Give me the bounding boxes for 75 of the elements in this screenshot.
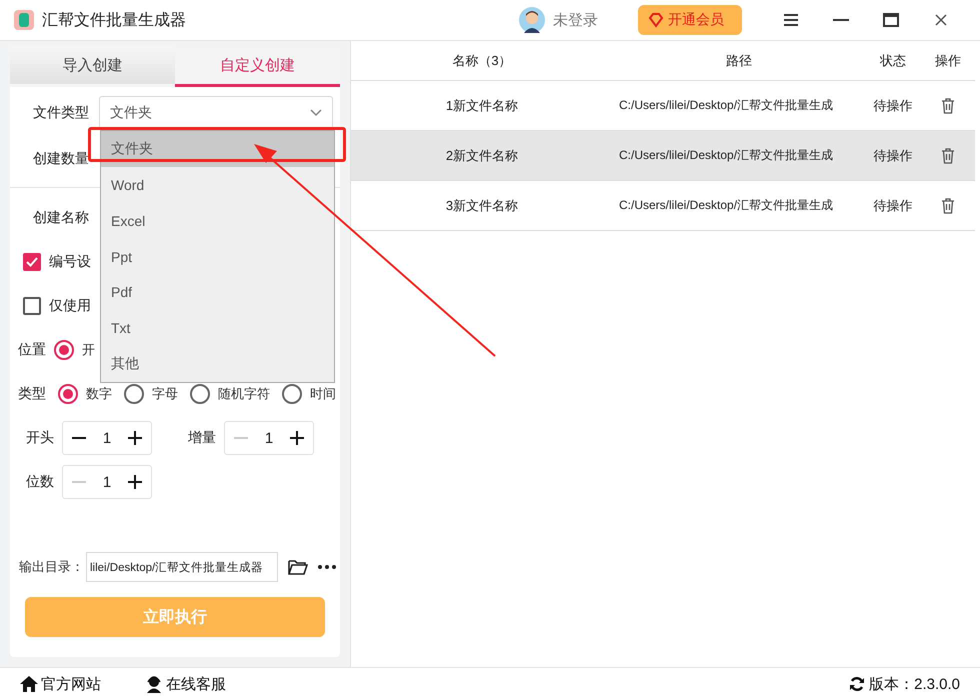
plus-icon xyxy=(290,431,304,445)
plus-icon xyxy=(128,431,142,445)
table-cell-text: 待操作 xyxy=(872,196,914,214)
field-label: 创建名称 xyxy=(33,209,89,227)
field-label: 创建数量 xyxy=(33,150,89,168)
login-status[interactable]: 未登录 xyxy=(553,10,598,30)
number-stepper[interactable]: 1 xyxy=(62,465,152,499)
increment-button[interactable] xyxy=(125,472,145,492)
minus-icon xyxy=(234,437,248,439)
table-cell-text: C:/Users/lilei/Desktop/汇帮文件批量生成 xyxy=(618,197,834,214)
checkbox[interactable] xyxy=(23,297,41,315)
dropdown-option[interactable]: Txt xyxy=(101,310,334,346)
table-cell-text: 1新文件名称 xyxy=(444,96,520,114)
field-label: 位置 xyxy=(18,341,46,359)
field-label: 输出目录： xyxy=(19,558,84,576)
minus-icon xyxy=(72,437,86,439)
column-header: 路径 xyxy=(725,52,753,70)
close-icon[interactable] xyxy=(935,14,947,26)
minus-icon xyxy=(72,481,86,483)
diamond-icon xyxy=(648,12,664,28)
chevron-down-icon xyxy=(310,109,322,117)
trash-icon[interactable] xyxy=(941,148,955,164)
radio-label: 时间 xyxy=(310,385,336,403)
radio-label: 数字 xyxy=(86,385,112,403)
dropdown-option[interactable]: Pdf xyxy=(101,274,334,310)
headset-icon xyxy=(145,675,163,693)
checkbox-label: 编号设 xyxy=(49,253,91,271)
support-link[interactable]: 在线客服 xyxy=(145,674,226,694)
column-header: 操作 xyxy=(934,52,962,70)
number-stepper[interactable]: 1 xyxy=(62,421,152,455)
maximize-icon[interactable] xyxy=(883,13,899,27)
stepper-label: 位数 xyxy=(26,473,54,491)
window-title: 汇帮文件批量生成器 xyxy=(42,10,186,30)
tab[interactable]: 自定义创建 xyxy=(175,47,340,87)
dropdown-option[interactable]: Word xyxy=(101,166,334,203)
trash-icon[interactable] xyxy=(941,198,955,214)
number-stepper[interactable]: 1 xyxy=(224,421,314,455)
checkbox[interactable] xyxy=(23,253,41,271)
stepper-label: 开头 xyxy=(26,429,54,447)
table-cell-text: 待操作 xyxy=(872,96,914,114)
stepper-label: 增量 xyxy=(188,429,216,447)
avatar-icon[interactable] xyxy=(519,7,545,33)
field-label: 文件类型 xyxy=(33,104,89,122)
increment-button[interactable] xyxy=(125,428,145,448)
tab[interactable]: 导入创建 xyxy=(10,47,175,87)
dropdown-option[interactable]: 其他 xyxy=(101,346,334,382)
table-cell-text: 待操作 xyxy=(872,146,914,164)
home-icon xyxy=(20,676,38,692)
column-header: 名称（3） xyxy=(451,52,513,70)
refresh-icon[interactable] xyxy=(849,676,866,692)
field-label: 类型 xyxy=(18,385,46,403)
folder-icon[interactable] xyxy=(288,559,308,575)
dropdown-option[interactable]: Excel xyxy=(101,202,334,239)
menu-icon[interactable] xyxy=(784,14,798,26)
radio-label: 开 xyxy=(82,341,95,359)
table-cell-text: 2新文件名称 xyxy=(444,146,520,164)
radio-label: 字母 xyxy=(152,385,178,403)
radio-label: 随机字符 xyxy=(218,385,270,403)
checkbox-label: 仅使用 xyxy=(49,297,91,315)
radio-button[interactable] xyxy=(54,340,74,360)
column-header: 状态 xyxy=(878,52,907,70)
version-text: 版本：2.3.0.0 xyxy=(869,674,960,694)
more-icon[interactable] xyxy=(318,565,336,569)
trash-icon[interactable] xyxy=(941,98,955,114)
table-cell-text: C:/Users/lilei/Desktop/汇帮文件批量生成 xyxy=(618,97,834,114)
website-link[interactable]: 官方网站 xyxy=(20,674,101,694)
table-cell-text: C:/Users/lilei/Desktop/汇帮文件批量生成 xyxy=(618,147,834,164)
table-row[interactable]: 2新文件名称 C:/Users/lilei/Desktop/汇帮文件批量生成 待操作 xyxy=(351,131,975,181)
plus-icon xyxy=(128,475,142,489)
table-cell-text: 3新文件名称 xyxy=(444,196,520,214)
app-logo-icon xyxy=(14,10,34,30)
increment-button[interactable] xyxy=(287,428,307,448)
radio-button[interactable] xyxy=(58,384,78,404)
dropdown-option[interactable]: Ppt xyxy=(101,238,334,274)
output-path-field[interactable]: lilei/Desktop/汇帮文件批量生成器 xyxy=(86,552,278,582)
